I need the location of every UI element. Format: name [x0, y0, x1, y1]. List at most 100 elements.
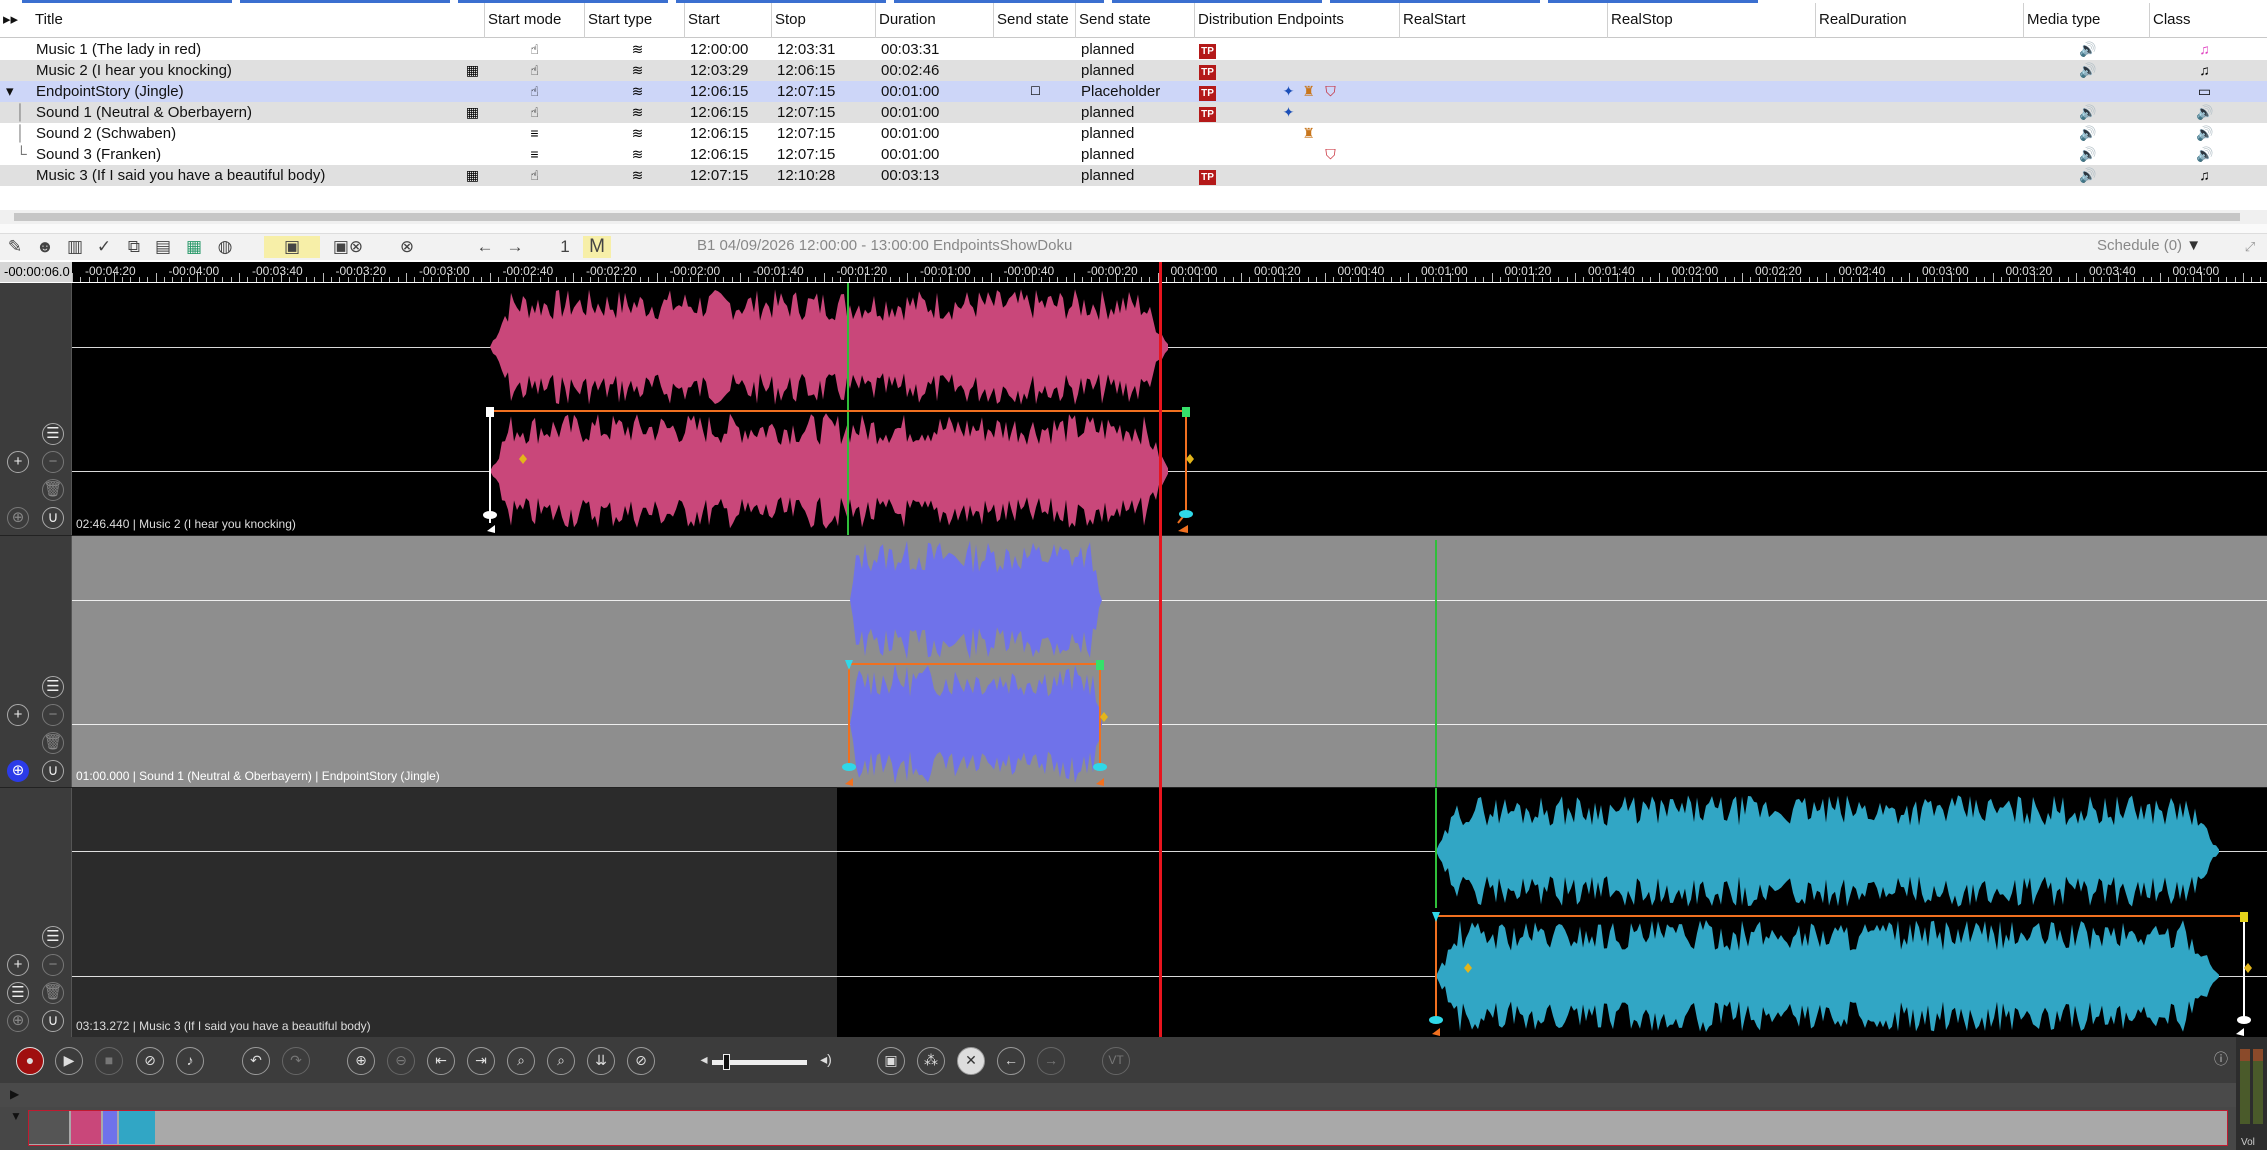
collapse-arrow-icon[interactable]: ▼: [10, 1109, 22, 1123]
table-row[interactable]: │ Sound 2 (Schwaben) ≡ ≋ 12:06:15 12:07:…: [0, 123, 2267, 144]
expand-icon[interactable]: ⤢: [2238, 236, 2262, 258]
bar-chart-icon[interactable]: ▥: [63, 236, 87, 258]
lane-sound-1[interactable]: ☰ + − 🗑 ⊕ ∪ 01:00.000 | Sound 1 (Neutral…: [0, 535, 2267, 787]
stop-icon[interactable]: ■: [95, 1047, 123, 1075]
ruler-tick: [2017, 277, 2019, 282]
save-close-icon[interactable]: ▣⊗: [328, 236, 368, 258]
col-media-type[interactable]: Media type: [2024, 3, 2150, 38]
check-icon[interactable]: ✓: [92, 236, 116, 258]
ruler-tick: [230, 277, 232, 282]
table-row[interactable]: └ Sound 3 (Franken) ≡ ≋ 12:06:15 12:07:1…: [0, 144, 2267, 165]
user-icon[interactable]: ☻: [33, 236, 57, 258]
close-icon[interactable]: ✕: [957, 1047, 985, 1075]
zoom-selection-icon[interactable]: ⌕: [547, 1047, 575, 1075]
collapse-down-icon[interactable]: ⇊: [587, 1047, 615, 1075]
disk-icon[interactable]: ▣: [877, 1047, 905, 1075]
col-start[interactable]: Start: [685, 3, 772, 38]
ruler-tick: [873, 277, 875, 282]
mini-timeline: ▶ ▼: [0, 1083, 2267, 1150]
col-start-type[interactable]: Start type: [585, 3, 685, 38]
voice-track-button[interactable]: VT: [1102, 1047, 1130, 1075]
ruler-tick: [506, 277, 508, 282]
playhead[interactable]: [1159, 262, 1162, 1037]
row-stop: 12:06:15: [777, 62, 836, 79]
ruler-tick: [973, 277, 975, 282]
mini-overview[interactable]: [28, 1110, 2228, 1146]
ruler-tick: [1583, 277, 1585, 282]
ruler-tick: [865, 273, 867, 282]
forward-icon[interactable]: →: [1037, 1047, 1065, 1075]
cancel-icon[interactable]: ⊗: [395, 236, 419, 258]
zoom-fit-icon[interactable]: ⌕: [507, 1047, 535, 1075]
note-icon[interactable]: ♪: [176, 1047, 204, 1075]
bavaria-endpoint-icon: ✦: [1282, 83, 1295, 99]
copy-icon[interactable]: ⧉: [122, 236, 146, 258]
col-duration[interactable]: Duration: [876, 3, 994, 38]
ruler-tick: [1967, 277, 1969, 282]
pencil-icon[interactable]: ✎: [3, 236, 27, 258]
waveform-music-3[interactable]: [0, 788, 2267, 1037]
pane-splitter[interactable]: [0, 224, 2267, 234]
waveform-sound-1[interactable]: [0, 536, 2267, 787]
col-distribution-endpoints[interactable]: Distribution Endpoints: [1195, 3, 1400, 38]
col-title[interactable]: Title: [32, 3, 485, 38]
table-row[interactable]: Music 1 (The lady in red) ☝ ≋ 12:00:00 1…: [0, 39, 2267, 60]
schedule-select[interactable]: Schedule (0) ▼: [2097, 237, 2201, 254]
paste-icon[interactable]: ▤: [151, 236, 175, 258]
play-icon[interactable]: ▶: [55, 1047, 83, 1075]
record-icon[interactable]: ●: [16, 1047, 44, 1075]
time-ruler[interactable]: -00:04:20 -00:04:00 -00:03:40 -00:03:20 -00:…: [0, 262, 2267, 282]
send-checkbox[interactable]: ☐: [1027, 83, 1044, 100]
undo-icon[interactable]: ↶: [242, 1047, 270, 1075]
zoom-in-icon[interactable]: ⊕: [347, 1047, 375, 1075]
expand-all-toggle[interactable]: ▸▸: [0, 3, 32, 38]
record-dots-icon[interactable]: ⁂: [917, 1047, 945, 1075]
table-row-selected[interactable]: ▾ EndpointStory (Jingle) ☝ ≋ 12:06:15 12…: [0, 81, 2267, 102]
ruler-tick: [1900, 277, 1902, 282]
waveform-music-2[interactable]: [0, 283, 2267, 535]
row-title: Sound 1 (Neutral & Oberbayern): [36, 104, 252, 121]
col-realstop[interactable]: RealStop: [1608, 3, 1816, 38]
loop-off-icon[interactable]: ⊘: [136, 1047, 164, 1075]
go-to-start-icon[interactable]: ⇤: [427, 1047, 455, 1075]
ruler-tick: [1691, 277, 1693, 282]
table-row[interactable]: Music 3 (If I said you have a beautiful …: [0, 165, 2267, 186]
table-row[interactable]: Music 2 (I hear you knocking) ▦ ☝ ≋ 12:0…: [0, 60, 2267, 81]
back-icon[interactable]: ←: [997, 1047, 1025, 1075]
bavaria-endpoint-icon: ✦: [1282, 104, 1295, 120]
collapse-arrow-icon[interactable]: ▾: [4, 81, 14, 102]
col-realduration[interactable]: RealDuration: [1816, 3, 2024, 38]
ruler-tick: [1833, 277, 1835, 282]
globe-icon[interactable]: ◍: [213, 236, 237, 258]
speaker-icon: 🔊: [2079, 41, 2097, 57]
col-send-state-2[interactable]: Send state: [1076, 3, 1195, 38]
table-row[interactable]: │ Sound 1 (Neutral & Oberbayern) ▦ ☝ ≋ 1…: [0, 102, 2267, 123]
zoom-out-icon[interactable]: ⊖: [387, 1047, 415, 1075]
ruler-tick: [1458, 277, 1460, 282]
ruler-tick: [1299, 277, 1301, 282]
lane-music-3[interactable]: ☰ + − ☰ 🗑 ⊕ ∪ 03:13.272 | Music 3 (If I …: [0, 787, 2267, 1037]
col-class[interactable]: Class: [2150, 3, 2267, 38]
scroll-thumb[interactable]: [14, 213, 2240, 221]
mode-toggle-button[interactable]: M: [583, 236, 611, 258]
ruler-tick: [965, 277, 967, 282]
grid-icon[interactable]: ▦: [182, 236, 206, 258]
arrow-right-icon[interactable]: →: [503, 236, 527, 258]
ruler-tick: [1124, 277, 1126, 282]
horizontal-scrollbar[interactable]: [0, 210, 2267, 224]
col-send-state-1[interactable]: Send state: [994, 3, 1076, 38]
volume-slider-knob[interactable]: [723, 1054, 731, 1070]
expand-arrow-icon[interactable]: ▶: [10, 1087, 19, 1101]
mute-loop-icon[interactable]: ⊘: [627, 1047, 655, 1075]
ruler-tick: [840, 277, 842, 282]
save-icon[interactable]: ▣: [264, 236, 320, 258]
lane-music-2[interactable]: ☰ + − 🗑 ⊕ ∪ 02:46.440 | Music 2 (I hear …: [0, 283, 2267, 535]
ruler-tick: [2034, 273, 2036, 282]
go-to-end-icon[interactable]: ⇥: [467, 1047, 495, 1075]
arrow-left-icon[interactable]: ←: [473, 236, 497, 258]
col-start-mode[interactable]: Start mode: [485, 3, 585, 38]
col-stop[interactable]: Stop: [772, 3, 876, 38]
col-realstart[interactable]: RealStart: [1400, 3, 1608, 38]
info-icon[interactable]: ⓘ: [2207, 1047, 2235, 1075]
redo-icon[interactable]: ↷: [282, 1047, 310, 1075]
